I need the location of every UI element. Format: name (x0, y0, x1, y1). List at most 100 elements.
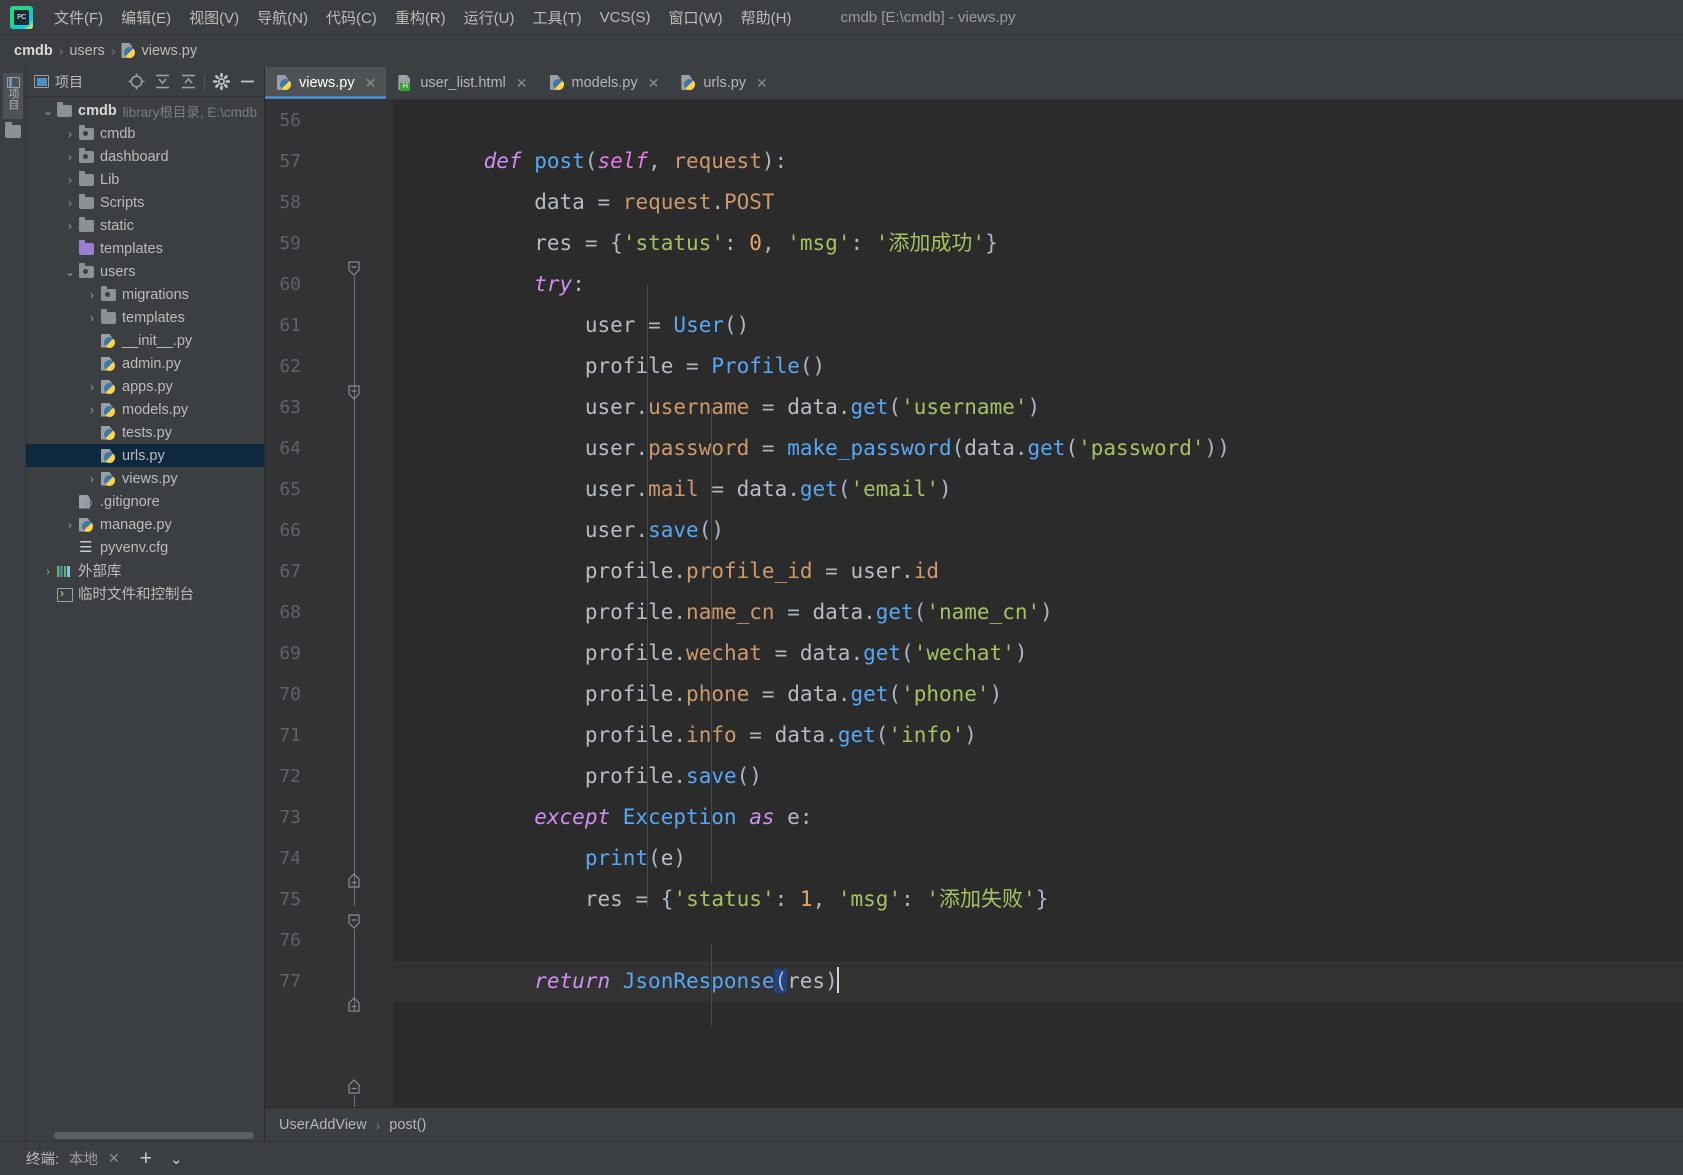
code-line[interactable] (393, 100, 1683, 141)
chevron-right-icon[interactable]: › (84, 381, 100, 393)
chevron-right-icon[interactable]: › (62, 174, 78, 186)
chevron-down-icon[interactable]: ⌄ (62, 266, 78, 278)
editor-viewport[interactable]: 56 57 58 59 60 61 62 63 64 65 66 67 68 69 70 71 72 73 74 75… (265, 100, 1683, 1107)
tree-item-cmdb[interactable]: › cmdb (26, 122, 264, 145)
menu-help[interactable]: 帮助(H) (732, 4, 801, 31)
navbar-crumb-project[interactable]: cmdb (14, 43, 53, 59)
fold-expand-icon[interactable] (345, 995, 363, 1013)
navbar-crumb-file[interactable]: views.py (121, 43, 197, 59)
tree-item-users[interactable]: ⌄ users (26, 260, 264, 283)
menu-code[interactable]: 代码(C) (317, 4, 386, 31)
close-icon[interactable]: ✕ (108, 1150, 120, 1167)
chevron-right-icon[interactable]: › (84, 312, 100, 324)
close-icon[interactable]: ✕ (756, 75, 768, 92)
menu-file[interactable]: 文件(F) (45, 4, 112, 31)
collapse-all-icon[interactable] (175, 70, 201, 94)
fold-collapse-icon[interactable] (345, 384, 363, 402)
code-line[interactable]: user.username = data.get('username') (393, 387, 1683, 428)
editor-gutter[interactable]: 56 57 58 59 60 61 62 63 64 65 66 67 68 69 70 71 72 73 74 75… (265, 100, 393, 1107)
code-line[interactable]: user = User() (393, 305, 1683, 346)
navbar-crumb-users[interactable]: users (69, 43, 104, 59)
chevron-down-icon[interactable]: ⌄ (170, 1150, 183, 1168)
code-line[interactable]: profile.info = data.get('info') (393, 715, 1683, 756)
chevron-right-icon[interactable]: › (84, 404, 100, 416)
menu-edit[interactable]: 编辑(E) (112, 4, 180, 31)
tree-item-pyvenv-cfg[interactable]: · pyvenv.cfg (26, 536, 264, 559)
tree-item----[interactable]: › 外部库 (26, 559, 264, 582)
fold-expand-icon[interactable] (345, 871, 363, 889)
chevron-right-icon[interactable]: › (40, 565, 56, 577)
code-folding-column[interactable] (301, 100, 393, 1107)
chevron-right-icon[interactable]: › (62, 151, 78, 163)
tree-item-templates[interactable]: › templates (26, 306, 264, 329)
fold-collapse-icon[interactable] (345, 260, 363, 278)
tree-item-dashboard[interactable]: › dashboard (26, 145, 264, 168)
tree-item-cmdb[interactable]: ⌄ cmdb library根目录, E:\cmdb (26, 99, 264, 122)
fold-collapse-icon[interactable] (345, 913, 363, 931)
menu-run[interactable]: 运行(U) (455, 4, 524, 31)
code-line[interactable]: data = request.POST (393, 182, 1683, 223)
editor-tab-views-py[interactable]: views.py ✕ (265, 67, 387, 99)
close-icon[interactable]: ✕ (516, 75, 528, 92)
chevron-right-icon[interactable]: › (84, 473, 100, 485)
tree-item-urls-py[interactable]: · urls.py (26, 444, 264, 467)
code-line[interactable]: res = {'status': 0, 'msg': '添加成功'} (393, 223, 1683, 264)
tree-item---------[interactable]: · 临时文件和控制台 (26, 582, 264, 605)
close-icon[interactable]: ✕ (648, 75, 660, 92)
code-text[interactable]: def post(self, request): data = request.… (393, 100, 1683, 1107)
tool-window-tab-project[interactable]: 项目 (3, 73, 23, 119)
code-line[interactable]: user.save() (393, 510, 1683, 551)
chevron-right-icon[interactable]: › (62, 197, 78, 209)
tree-item-migrations[interactable]: › migrations (26, 283, 264, 306)
menu-view[interactable]: 视图(V) (180, 4, 248, 31)
code-line[interactable] (393, 920, 1683, 961)
menu-navigate[interactable]: 导航(N) (248, 4, 317, 31)
breadcrumb-class[interactable]: UserAddView (279, 1117, 367, 1133)
code-line[interactable]: return JsonResponse(res) (393, 961, 1683, 1002)
tree-item--gitignore[interactable]: · .gitignore (26, 490, 264, 513)
menu-vcs[interactable]: VCS(S) (591, 6, 660, 29)
breadcrumb-method[interactable]: post() (389, 1117, 426, 1133)
tree-item-static[interactable]: › static (26, 214, 264, 237)
chevron-right-icon[interactable]: › (62, 519, 78, 531)
tree-item-scripts[interactable]: › Scripts (26, 191, 264, 214)
editor-tab-bar[interactable]: views.py✕user_list.html✕models.py✕urls.p… (265, 67, 1683, 100)
menu-tools[interactable]: 工具(T) (523, 4, 590, 31)
code-line[interactable]: user.mail = data.get('email') (393, 469, 1683, 510)
hide-panel-icon[interactable] (234, 70, 260, 94)
fold-expand-icon[interactable] (345, 1077, 363, 1095)
project-horizontal-scrollbar[interactable] (26, 1129, 264, 1141)
locate-icon[interactable] (123, 70, 149, 94)
code-line[interactable]: profile.name_cn = data.get('name_cn') (393, 592, 1683, 633)
code-line[interactable]: try: (393, 264, 1683, 305)
tree-item-templates[interactable]: · templates (26, 237, 264, 260)
settings-gear-icon[interactable] (208, 70, 234, 94)
project-tree[interactable]: ⌄ cmdb library根目录, E:\cmdb › cmdb › dashboard ›… (26, 97, 264, 1129)
code-line[interactable]: print(e) (393, 838, 1683, 879)
editor-tab-user-list-html[interactable]: user_list.html ✕ (386, 67, 537, 99)
tree-item-tests-py[interactable]: · tests.py (26, 421, 264, 444)
tree-item-admin-py[interactable]: · admin.py (26, 352, 264, 375)
tree-item-apps-py[interactable]: › apps.py (26, 375, 264, 398)
code-line[interactable]: res = {'status': 1, 'msg': '添加失败'} (393, 879, 1683, 920)
editor-tab-urls-py[interactable]: urls.py ✕ (669, 67, 777, 99)
code-line[interactable]: profile.profile_id = user.id (393, 551, 1683, 592)
code-line[interactable]: profile = Profile() (393, 346, 1683, 387)
close-icon[interactable]: ✕ (365, 75, 377, 92)
chevron-right-icon[interactable]: › (62, 128, 78, 140)
tree-item-manage-py[interactable]: › manage.py (26, 513, 264, 536)
code-line[interactable]: profile.save() (393, 756, 1683, 797)
chevron-right-icon[interactable]: › (84, 289, 100, 301)
plus-icon[interactable]: + (140, 1148, 152, 1169)
chevron-down-icon[interactable]: ⌄ (40, 105, 56, 117)
terminal-session-name[interactable]: 本地 (69, 1148, 98, 1169)
menu-refactor[interactable]: 重构(R) (386, 4, 455, 31)
tree-item-lib[interactable]: › Lib (26, 168, 264, 191)
chevron-right-icon[interactable]: › (62, 220, 78, 232)
code-line[interactable]: profile.phone = data.get('phone') (393, 674, 1683, 715)
expand-all-icon[interactable] (149, 70, 175, 94)
code-line[interactable]: user.password = make_password(data.get('… (393, 428, 1683, 469)
terminal-tool-label[interactable]: 终端: (26, 1148, 59, 1169)
tree-item---init---py[interactable]: · __init__.py (26, 329, 264, 352)
structure-folder-icon[interactable] (5, 122, 21, 138)
